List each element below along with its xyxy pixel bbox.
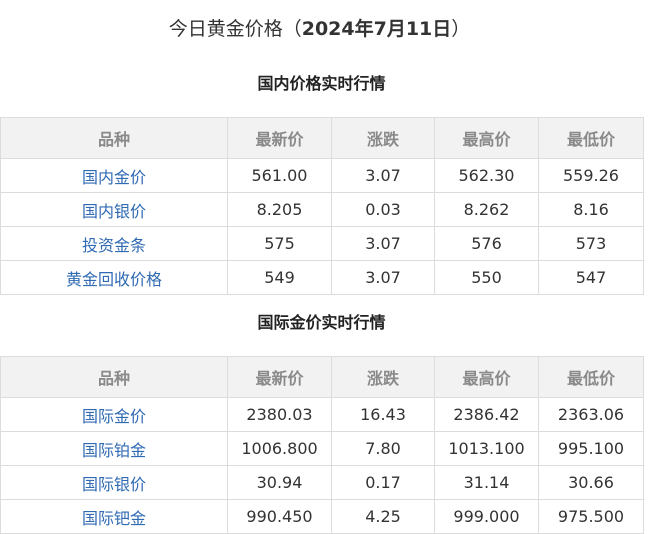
variety-link[interactable]: 投资金条 (0, 226, 228, 261)
change-cell: 4.25 (331, 499, 435, 534)
change-cell: 7.80 (331, 431, 435, 466)
table-header-row: 品种 最新价 涨跌 最高价 最低价 (0, 117, 644, 159)
latest-price-cell: 990.450 (227, 499, 332, 534)
low-price-cell: 559.26 (538, 158, 644, 193)
low-price-cell: 8.16 (538, 192, 644, 227)
page-title: 今日黄金价格（2024年7月11日） (0, 14, 639, 41)
latest-price-cell: 8.205 (227, 192, 332, 227)
latest-price-cell: 549 (227, 260, 332, 295)
table-row: 国内金价 561.00 3.07 562.30 559.26 (0, 158, 644, 193)
high-price-cell: 1013.100 (434, 431, 539, 466)
low-price-cell: 2363.06 (538, 397, 644, 432)
latest-price-cell: 575 (227, 226, 332, 261)
variety-link[interactable]: 国际银价 (0, 465, 228, 500)
international-price-table: 品种 最新价 涨跌 最高价 最低价 国际金价 2380.03 16.43 238… (0, 356, 644, 534)
column-header-latest: 最新价 (227, 117, 332, 159)
title-date: 2024年7月11日 (301, 18, 452, 40)
domestic-price-table: 品种 最新价 涨跌 最高价 最低价 国内金价 561.00 3.07 562.3… (0, 117, 644, 295)
table-header-row: 品种 最新价 涨跌 最高价 最低价 (0, 356, 644, 398)
column-header-change: 涨跌 (331, 117, 435, 159)
international-section-title: 国际金价实时行情 (257, 313, 386, 332)
change-cell: 16.43 (331, 397, 435, 432)
table-row: 投资金条 575 3.07 576 573 (0, 226, 644, 261)
low-price-cell: 573 (538, 226, 644, 261)
variety-link[interactable]: 国际钯金 (0, 499, 228, 534)
column-header-high: 最高价 (434, 356, 539, 398)
column-header-high: 最高价 (434, 117, 539, 159)
title-suffix: ） (451, 18, 471, 40)
variety-link[interactable]: 国内银价 (0, 192, 228, 227)
table-row: 黄金回收价格 549 3.07 550 547 (0, 260, 644, 295)
column-header-variety: 品种 (0, 356, 228, 398)
high-price-cell: 2386.42 (434, 397, 539, 432)
high-price-cell: 8.262 (434, 192, 539, 227)
low-price-cell: 975.500 (538, 499, 644, 534)
table-row: 国际金价 2380.03 16.43 2386.42 2363.06 (0, 397, 644, 432)
domestic-section-title: 国内价格实时行情 (257, 74, 386, 93)
high-price-cell: 31.14 (434, 465, 539, 500)
column-header-low: 最低价 (538, 117, 644, 159)
variety-link[interactable]: 国际铂金 (0, 431, 228, 466)
latest-price-cell: 1006.800 (227, 431, 332, 466)
column-header-low: 最低价 (538, 356, 644, 398)
table-row: 国际钯金 990.450 4.25 999.000 975.500 (0, 499, 644, 534)
table-row: 国际铂金 1006.800 7.80 1013.100 995.100 (0, 431, 644, 466)
change-cell: 0.03 (331, 192, 435, 227)
latest-price-cell: 2380.03 (227, 397, 332, 432)
column-header-variety: 品种 (0, 117, 228, 159)
change-cell: 0.17 (331, 465, 435, 500)
high-price-cell: 550 (434, 260, 539, 295)
table-row: 国内银价 8.205 0.03 8.262 8.16 (0, 192, 644, 227)
low-price-cell: 547 (538, 260, 644, 295)
variety-link[interactable]: 黄金回收价格 (0, 260, 228, 295)
latest-price-cell: 561.00 (227, 158, 332, 193)
high-price-cell: 576 (434, 226, 539, 261)
high-price-cell: 562.30 (434, 158, 539, 193)
change-cell: 3.07 (331, 158, 435, 193)
low-price-cell: 30.66 (538, 465, 644, 500)
change-cell: 3.07 (331, 226, 435, 261)
table-row: 国际银价 30.94 0.17 31.14 30.66 (0, 465, 644, 500)
variety-link[interactable]: 国内金价 (0, 158, 228, 193)
high-price-cell: 999.000 (434, 499, 539, 534)
low-price-cell: 995.100 (538, 431, 644, 466)
title-prefix: 今日黄金价格（ (168, 18, 302, 40)
latest-price-cell: 30.94 (227, 465, 332, 500)
variety-link[interactable]: 国际金价 (0, 397, 228, 432)
column-header-latest: 最新价 (227, 356, 332, 398)
change-cell: 3.07 (331, 260, 435, 295)
column-header-change: 涨跌 (331, 356, 435, 398)
